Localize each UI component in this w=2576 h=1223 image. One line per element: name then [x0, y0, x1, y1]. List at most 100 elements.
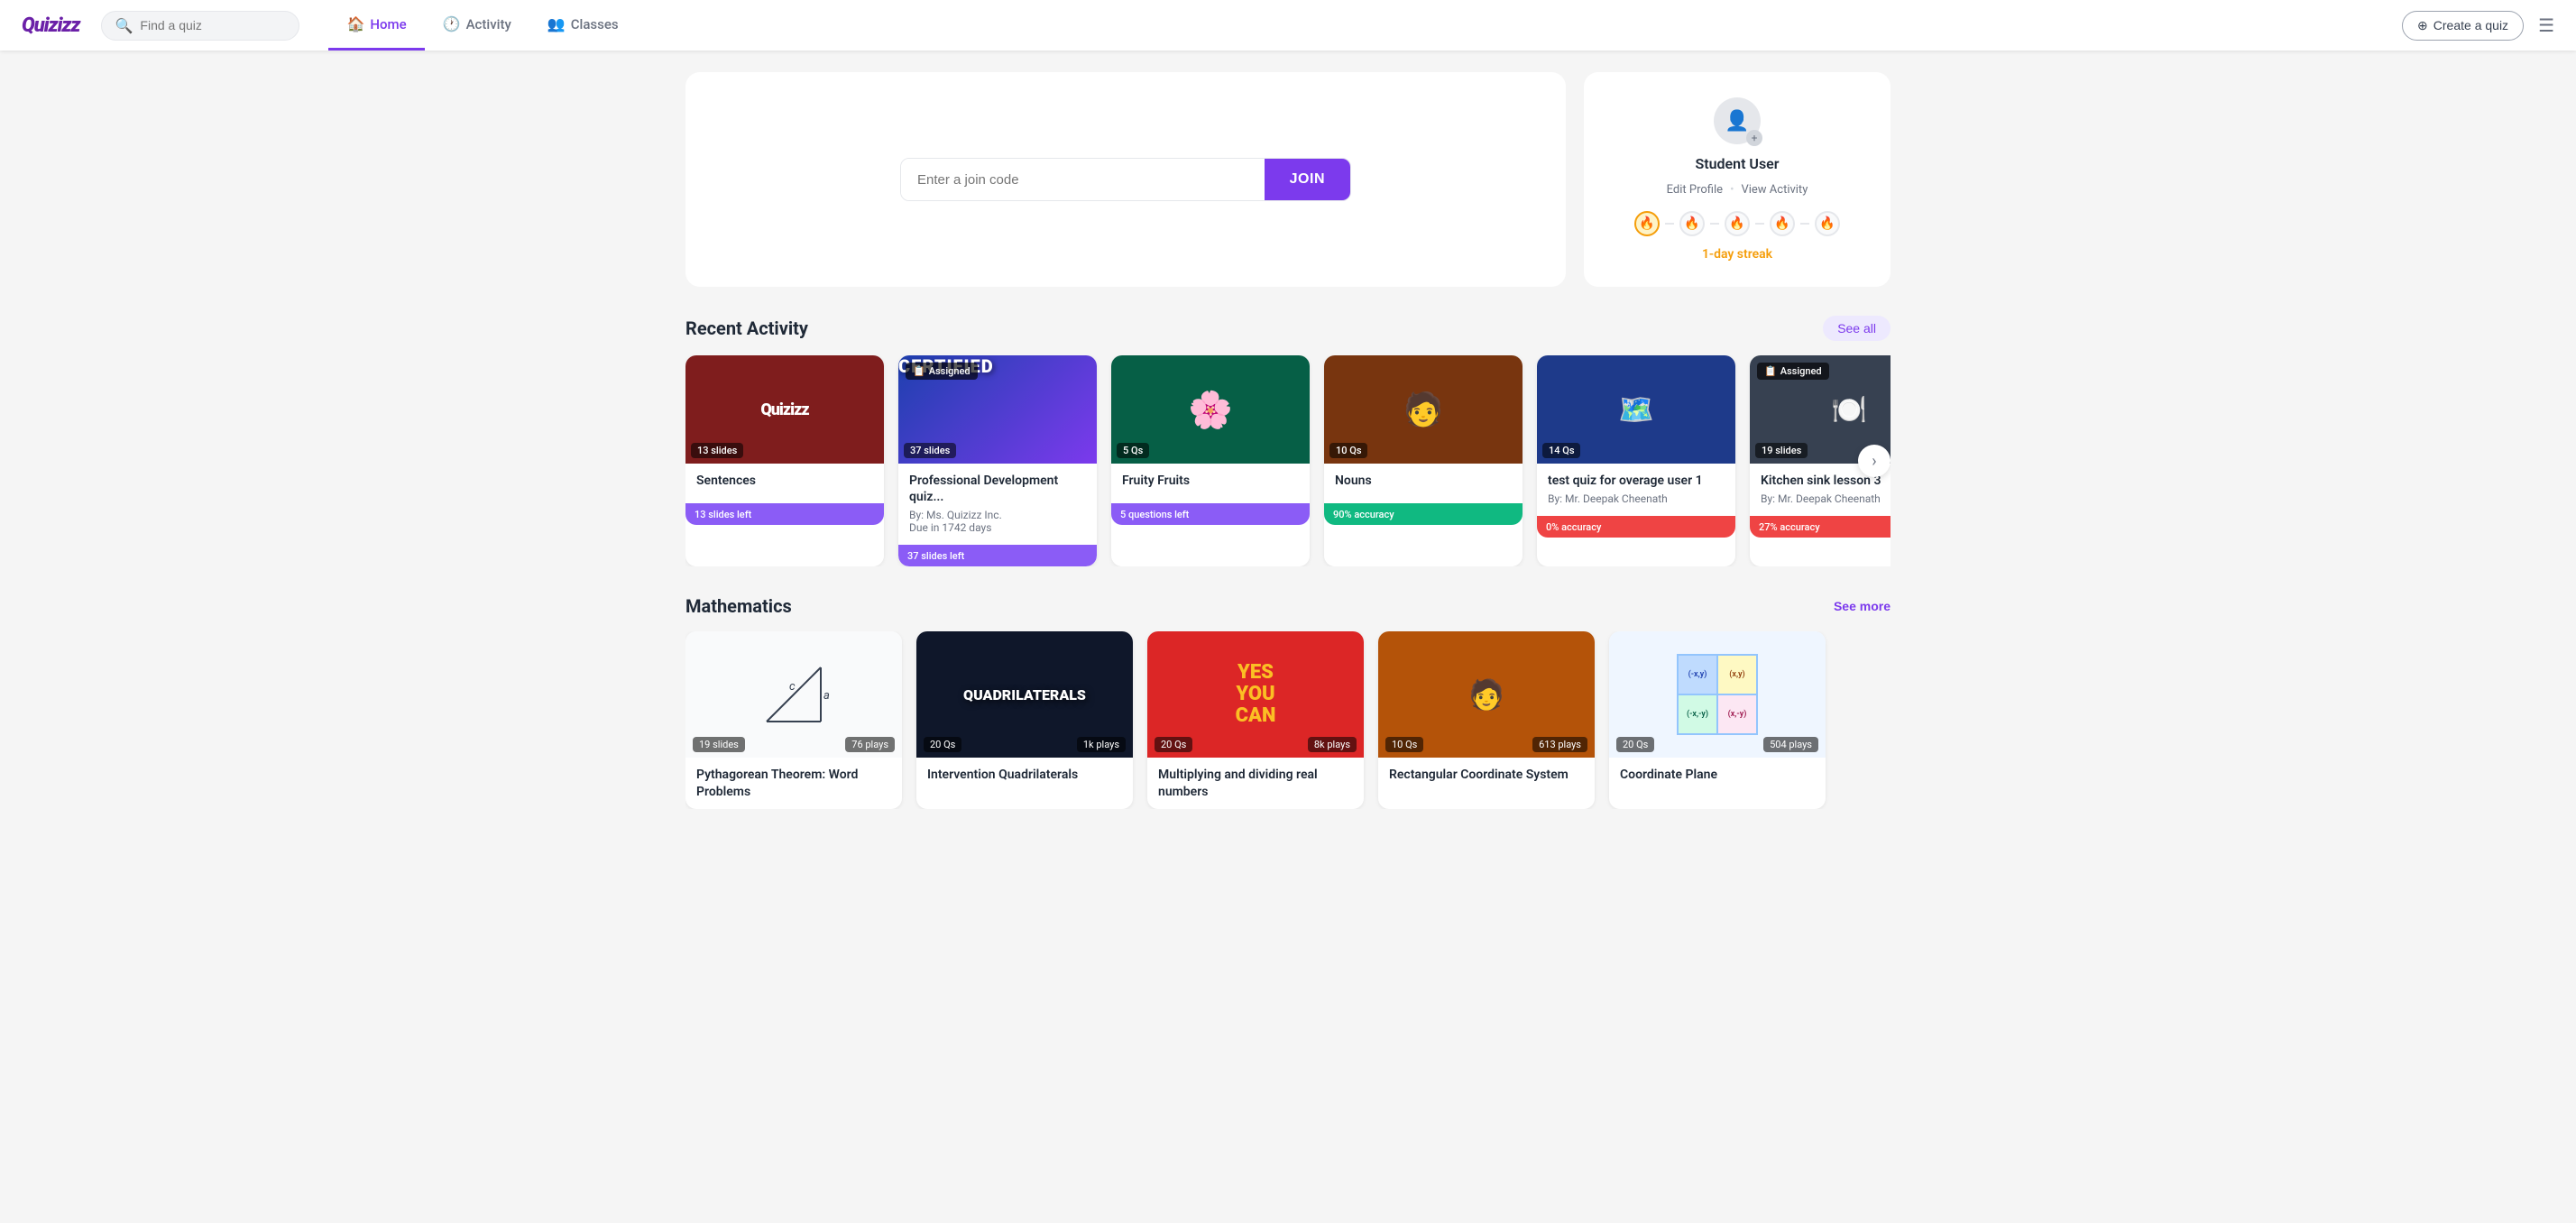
join-card: JOIN [685, 72, 1566, 287]
math-card-body-rectangular: Rectangular Coordinate System [1378, 758, 1595, 792]
nav-link-home-label: Home [370, 16, 406, 32]
create-quiz-label: Create a quiz [2433, 18, 2508, 32]
card-meta-due-professional: Due in 1742 days [909, 521, 1086, 534]
join-button[interactable]: JOIN [1265, 159, 1350, 200]
card-title-nouns: Nouns [1335, 473, 1512, 489]
mathematics-section: Mathematics See more c a 19 slides 76 pl… [685, 595, 1891, 808]
edit-profile-link[interactable]: Edit Profile [1667, 183, 1723, 197]
math-card-multiplying[interactable]: YESYOUCAN 20 Qs 8k plays Multiplying and… [1147, 631, 1364, 808]
card-thumb-fruity: 🌸 5 Qs [1111, 355, 1310, 464]
math-badge-right-rectangular: 613 plays [1532, 737, 1587, 752]
card-professional[interactable]: CERTIFIED 📋 Assigned 37 slides Professio… [898, 355, 1097, 566]
card-meta-by-professional: By: Ms. Quizizz Inc. [909, 509, 1086, 521]
avatar-plus-icon: + [1746, 130, 1762, 146]
streak-dot-3: 🔥 [1725, 211, 1750, 236]
card-badge-kitchen: 19 slides [1755, 443, 1808, 458]
assigned-icon-kitchen: 📋 [1764, 365, 1777, 377]
search-input[interactable] [140, 18, 284, 32]
avatar: 👤 + [1714, 97, 1761, 144]
profile-links: Edit Profile • View Activity [1667, 183, 1808, 197]
join-form: JOIN [900, 158, 1351, 201]
card-meta-test: By: Mr. Deepak Cheenath [1548, 492, 1725, 505]
card-body-fruity: Fruity Fruits [1111, 464, 1310, 500]
card-sentences[interactable]: Quizizz 13 slides Sentences 13 slides le… [685, 355, 884, 566]
nav-link-activity-label: Activity [466, 16, 511, 32]
card-progress-fruity: 5 questions left [1111, 503, 1310, 525]
card-title-fruity: Fruity Fruits [1122, 473, 1299, 489]
card-title-professional: Professional Development quiz... [909, 473, 1086, 505]
card-progress-kitchen: 27% accuracy [1750, 516, 1891, 538]
progress-label-fruity: 5 questions left [1120, 509, 1189, 520]
math-badge-left-quadrilaterals: 20 Qs [924, 737, 961, 752]
menu-icon[interactable]: ☰ [2538, 14, 2554, 36]
svg-text:c: c [789, 680, 796, 694]
coord-cell-q3: (-x,-y) [1678, 694, 1717, 734]
streak-dots: 🔥 🔥 🔥 🔥 🔥 [1634, 211, 1840, 236]
svg-text:a: a [823, 689, 830, 703]
see-all-button[interactable]: See all [1823, 316, 1891, 341]
card-progress-sentences: 13 slides left [685, 503, 884, 525]
math-thumb-pythagorean: c a 19 slides 76 plays [685, 631, 902, 758]
streak-dot-1: 🔥 [1634, 211, 1660, 236]
card-progress-test: 0% accuracy [1537, 516, 1735, 538]
coord-cell-q2: (-x,y) [1678, 655, 1717, 694]
card-title-test: test quiz for overage user 1 [1548, 473, 1725, 489]
math-card-title-multiplying: Multiplying and dividing real numbers [1158, 767, 1353, 799]
progress-label-professional: 37 slides left [907, 550, 964, 562]
card-body-sentences: Sentences [685, 464, 884, 500]
progress-label-sentences: 13 slides left [695, 509, 751, 520]
progress-label-test: 0% accuracy [1546, 521, 1601, 533]
math-badge-right-pythagorean: 76 plays [845, 737, 895, 752]
nav-links: 🏠 Home 🕐 Activity 👥 Classes [328, 0, 2387, 51]
nav-link-activity[interactable]: 🕐 Activity [425, 0, 529, 51]
card-fruity[interactable]: 🌸 5 Qs Fruity Fruits 5 questions left [1111, 355, 1310, 566]
search-bar[interactable]: 🔍 [101, 11, 299, 41]
main-content: JOIN 👤 + Student User Edit Profile • Vie… [657, 51, 1919, 860]
nav-right: ⊕ Create a quiz ☰ [2402, 11, 2554, 41]
card-nouns[interactable]: 🧑 10 Qs Nouns 90% accuracy [1324, 355, 1523, 566]
math-card-title-rectangular: Rectangular Coordinate System [1389, 767, 1584, 783]
fruits-emoji: 🌸 [1188, 389, 1233, 431]
create-quiz-button[interactable]: ⊕ Create a quiz [2402, 11, 2524, 41]
coord-grid: (-x,y) (x,y) (-x,-y) (x,-y) [1677, 654, 1758, 735]
streak-connector-2 [1710, 223, 1719, 225]
math-card-body-multiplying: Multiplying and dividing real numbers [1147, 758, 1364, 808]
math-card-pythagorean[interactable]: c a 19 slides 76 plays Pythagorean Theor… [685, 631, 902, 808]
math-card-body-coordinate: Coordinate Plane [1609, 758, 1826, 792]
card-thumb-professional: CERTIFIED 📋 Assigned 37 slides [898, 355, 1097, 464]
cards-next-arrow[interactable]: › [1858, 445, 1891, 477]
coord-cell-q1: (x,y) [1717, 655, 1757, 694]
math-card-rectangular[interactable]: 🧑 10 Qs 613 plays Rectangular Coordinate… [1378, 631, 1595, 808]
create-icon: ⊕ [2417, 18, 2428, 33]
recent-activity-cards: Quizizz 13 slides Sentences 13 slides le… [685, 355, 1891, 566]
nav-link-home[interactable]: 🏠 Home [328, 0, 424, 51]
card-meta-kitchen: By: Mr. Deepak Cheenath [1761, 492, 1891, 505]
math-card-quadrilaterals[interactable]: QUADRILATERALS 20 Qs 1k plays Interventi… [916, 631, 1133, 808]
progress-label-kitchen: 27% accuracy [1759, 521, 1820, 533]
card-title-sentences: Sentences [696, 473, 873, 489]
navbar: Quizizz 🔍 🏠 Home 🕐 Activity 👥 Classes ⊕ … [0, 0, 2576, 51]
card-test-quiz[interactable]: 🗺️ 14 Qs test quiz for overage user 1 By… [1537, 355, 1735, 566]
math-card-coordinate[interactable]: (-x,y) (x,y) (-x,-y) (x,-y) 20 Qs 504 pl… [1609, 631, 1826, 808]
quadrilaterals-text: QUADRILATERALS [963, 686, 1086, 703]
view-activity-link[interactable]: View Activity [1741, 183, 1808, 197]
join-code-input[interactable] [901, 159, 1265, 200]
assigned-icon: 📋 [913, 365, 925, 377]
card-thumb-nouns: 🧑 10 Qs [1324, 355, 1523, 464]
logo[interactable]: Quizizz [22, 14, 79, 37]
pythagorean-svg: c a [749, 649, 839, 740]
separator: • [1730, 183, 1734, 197]
math-card-title-quadrilaterals: Intervention Quadrilaterals [927, 767, 1122, 783]
rectangular-portrait: 🧑 [1468, 677, 1504, 712]
math-thumb-multiplying: YESYOUCAN 20 Qs 8k plays [1147, 631, 1364, 758]
nav-link-classes[interactable]: 👥 Classes [529, 0, 637, 51]
see-more-button[interactable]: See more [1834, 599, 1891, 613]
math-thumb-quadrilaterals: QUADRILATERALS 20 Qs 1k plays [916, 631, 1133, 758]
math-badge-right-coordinate: 504 plays [1763, 737, 1818, 752]
math-badge-left-coordinate: 20 Qs [1616, 737, 1654, 752]
streak-connector-4 [1800, 223, 1809, 225]
yes-you-can-text: YESYOUCAN [1236, 662, 1276, 728]
mathematics-header: Mathematics See more [685, 595, 1891, 617]
recent-activity-title: Recent Activity [685, 317, 808, 339]
card-assigned-badge-professional: 📋 Assigned [906, 363, 978, 380]
